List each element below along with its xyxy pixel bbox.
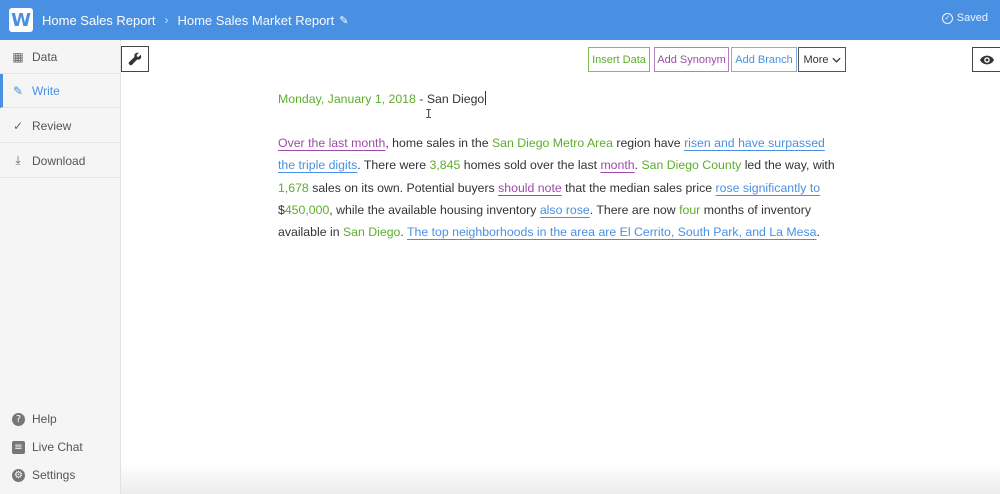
static-text: that the median sales price [561, 180, 716, 195]
add-branch-button[interactable]: Add Branch [731, 47, 797, 72]
synonym-token[interactable]: Over the last month [278, 136, 385, 150]
insert-data-button[interactable]: Insert Data [588, 47, 650, 72]
sidebar-item-download[interactable]: ⤓ Download [0, 144, 120, 178]
synonym-token[interactable]: month [600, 158, 634, 172]
sidebar-item-help[interactable]: ? Help [0, 408, 120, 430]
sidebar-item-data[interactable]: ▦ Data [0, 40, 120, 74]
page-bottom-edge [121, 463, 1000, 494]
sidebar-item-review[interactable]: ✓ Review [0, 109, 120, 143]
chat-icon: ≡ [12, 440, 25, 454]
ibeam-cursor-icon: I [425, 107, 433, 121]
data-token[interactable]: 1,678 [278, 181, 309, 195]
data-token[interactable]: San Diego [343, 225, 400, 239]
static-text: . There were [357, 158, 430, 173]
add-synonym-button[interactable]: Add Synonym [654, 47, 729, 72]
static-text: homes sold over the last [460, 158, 601, 173]
preview-button[interactable] [972, 47, 1000, 72]
sidebar-item-live-chat[interactable]: ≡ Live Chat [0, 436, 120, 458]
static-text: . There are now [589, 202, 680, 217]
static-text: region have [612, 136, 685, 150]
pencil-icon: ✎ [12, 83, 24, 98]
saved-label: Saved [956, 12, 988, 24]
static-text: led the way, with [741, 158, 835, 173]
breadcrumb-separator: › [164, 13, 169, 27]
sidebar-item-label: Review [32, 118, 72, 133]
gear-icon: ⚙ [12, 468, 25, 482]
headline-date[interactable]: Monday, January 1, 2018 [278, 92, 416, 106]
edit-title-icon[interactable]: ✎ [339, 14, 348, 27]
sidebar-item-label: Settings [32, 468, 76, 482]
check-icon: ✓ [12, 118, 24, 133]
sidebar-item-label: Write [32, 83, 60, 98]
sidebar-item-label: Data [32, 49, 58, 64]
saved-check-icon: ✓ [941, 12, 953, 24]
synonym-token[interactable]: should note [498, 181, 562, 195]
branch-token[interactable]: rose significantly to [716, 181, 821, 195]
eye-icon [979, 55, 994, 64]
data-token[interactable]: 450,000 [285, 203, 329, 217]
static-text: $ [278, 202, 285, 217]
report-paragraph[interactable]: Over the last month, home sales in the S… [278, 132, 838, 243]
breadcrumb-parent[interactable]: Home Sales Report [42, 13, 155, 28]
data-token[interactable]: San Diego Metro Area [492, 136, 613, 150]
headline-separator: - [419, 92, 424, 106]
text-cursor [485, 91, 487, 105]
grid-icon: ▦ [12, 49, 24, 64]
sidebar-item-label: Download [32, 153, 86, 168]
breadcrumb-current: Home Sales Market Report [177, 12, 335, 28]
chevron-down-icon [831, 57, 841, 63]
sidebar-item-write[interactable]: ✎ Write [0, 74, 120, 108]
data-token[interactable]: 3,845 [430, 158, 461, 172]
headline-city: San Diego [426, 92, 485, 106]
static-text: , while the available housing inventory [329, 202, 540, 217]
headline[interactable]: Monday, January 1, 2018 - San Diego [278, 88, 838, 110]
saved-status: ✓ Saved [941, 12, 988, 24]
branch-token[interactable]: also rose [540, 203, 590, 217]
sidebar: ▦ Data ✎ Write ✓ Review ⤓ Download ? Hel… [0, 40, 121, 494]
static-text: . [816, 225, 820, 240]
data-token[interactable]: four [679, 203, 700, 217]
wrench-icon [128, 52, 142, 66]
sidebar-item-label: Live Chat [32, 440, 83, 454]
data-token[interactable]: San Diego County [641, 158, 741, 172]
branch-token[interactable]: The top neighborhoods in the area are El… [407, 225, 816, 239]
more-label: More [803, 53, 829, 66]
sidebar-item-settings[interactable]: ⚙ Settings [0, 464, 120, 486]
app-logo[interactable]: W [9, 8, 33, 32]
more-button[interactable]: More [798, 47, 846, 72]
static-text: , home sales in the [385, 136, 492, 150]
static-text: sales on its own. Potential buyers [308, 180, 499, 195]
sidebar-item-label: Help [32, 412, 57, 426]
document-editor[interactable]: Monday, January 1, 2018 - San Diego Over… [278, 88, 838, 243]
tools-button[interactable] [121, 46, 149, 72]
top-bar: W Home Sales Report › Home Sales Market … [0, 0, 1000, 40]
download-icon: ⤓ [15, 153, 21, 167]
question-icon: ? [12, 412, 25, 426]
